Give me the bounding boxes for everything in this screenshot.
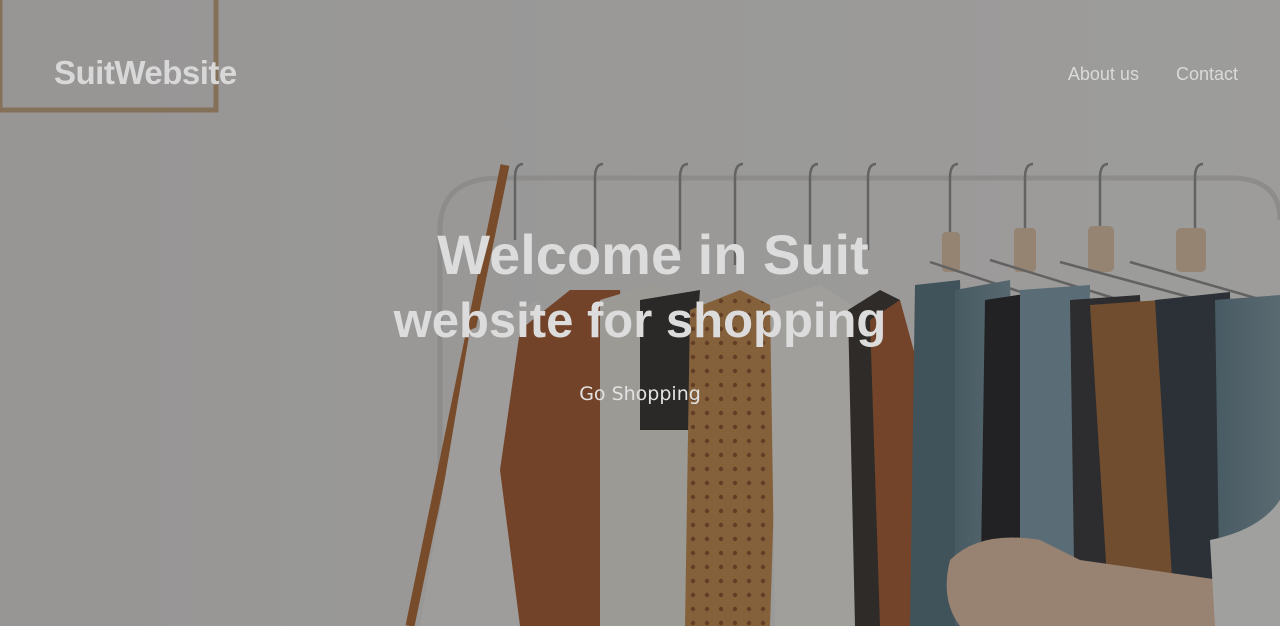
site-logo[interactable]: SuitWebsite	[54, 54, 237, 92]
hero-title-line-1: Welcome in Suit	[437, 223, 869, 286]
nav-link-about-us[interactable]: About us	[1068, 64, 1139, 85]
top-nav: About us Contact	[1068, 64, 1238, 85]
go-shopping-button[interactable]: Go Shopping	[579, 383, 701, 405]
hero-section: SuitWebsite About us Contact Welcome in …	[0, 0, 1280, 626]
nav-link-contact[interactable]: Contact	[1176, 64, 1238, 85]
hero-title-line-2: website for shopping	[393, 294, 887, 348]
hero-title: Welcome in Suit website for shopping	[0, 222, 1280, 354]
cta-wrapper: Go Shopping	[0, 383, 1280, 405]
